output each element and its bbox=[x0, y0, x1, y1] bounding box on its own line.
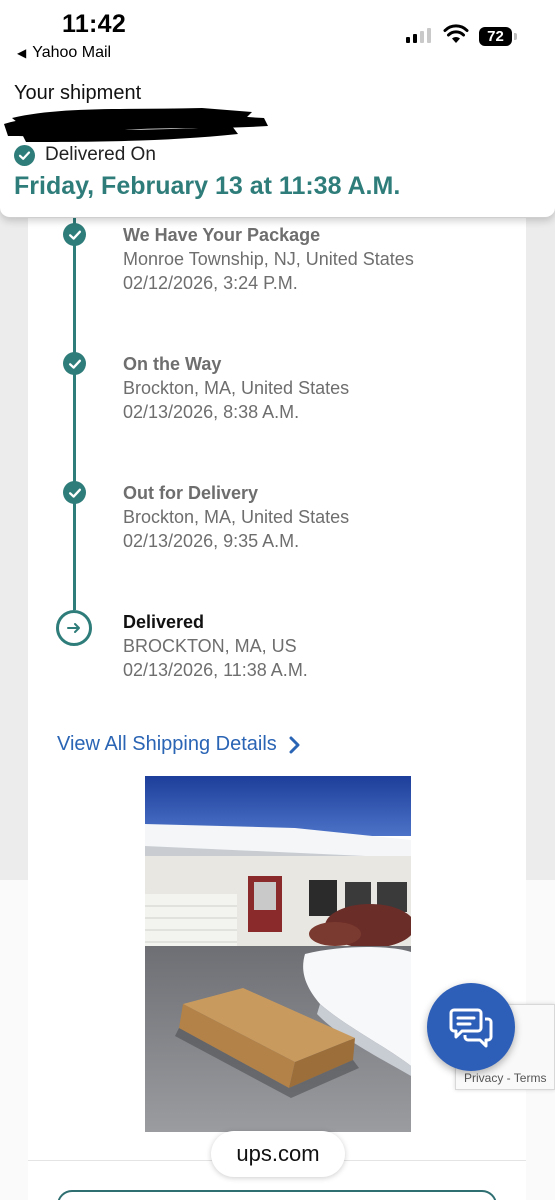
check-circle-icon bbox=[63, 481, 86, 504]
recaptcha-terms-link[interactable]: Terms bbox=[514, 1071, 547, 1085]
timeline-text: We Have Your Package Monroe Township, NJ… bbox=[123, 223, 414, 295]
shipment-header: Your shipment Delivered On Friday, Febru… bbox=[0, 72, 555, 218]
wifi-icon bbox=[443, 24, 469, 43]
redacted-tracking-number bbox=[4, 108, 268, 142]
delivery-date: Friday, February 13 at 11:38 A.M. bbox=[14, 172, 401, 200]
battery-icon: 72 bbox=[479, 27, 512, 46]
timeline-datetime: 02/13/2026, 11:38 A.M. bbox=[123, 660, 308, 680]
timeline-datetime: 02/13/2026, 8:38 A.M. bbox=[123, 402, 300, 422]
timeline-location: BROCKTON, MA, US bbox=[123, 636, 297, 656]
timeline-title: Out for Delivery bbox=[123, 483, 259, 503]
delivery-photo[interactable] bbox=[145, 776, 411, 1132]
timeline-line bbox=[73, 190, 76, 610]
battery-tip bbox=[514, 33, 517, 40]
timeline-datetime: 02/12/2026, 3:24 P.M. bbox=[123, 273, 298, 293]
check-circle-icon bbox=[14, 144, 35, 166]
timeline-datetime: 02/13/2026, 9:35 A.M. bbox=[123, 531, 300, 551]
timeline-title: Delivered bbox=[123, 612, 205, 632]
check-circle-icon bbox=[63, 352, 86, 375]
status-time: 11:42 bbox=[62, 10, 127, 38]
timeline-title: On the Way bbox=[123, 354, 222, 374]
browser-url-pill[interactable]: ups.com bbox=[211, 1131, 345, 1177]
back-triangle-icon: ◀ bbox=[17, 46, 27, 60]
back-to-app-link[interactable]: ◀ Yahoo Mail bbox=[17, 44, 111, 62]
timeline-location: Brockton, MA, United States bbox=[123, 378, 350, 398]
view-all-shipping-details-link[interactable]: View All Shipping Details bbox=[57, 733, 301, 756]
status-bar: 11:42 ◀ Yahoo Mail 72 bbox=[0, 0, 555, 72]
recaptcha-terms: Privacy - Terms bbox=[464, 1071, 546, 1085]
timeline-text: Delivered BROCKTON, MA, US 02/13/2026, 1… bbox=[123, 610, 308, 682]
recaptcha-privacy-link[interactable]: Privacy bbox=[464, 1071, 503, 1085]
check-circle-icon bbox=[63, 223, 86, 246]
bottom-outlined-button[interactable] bbox=[57, 1190, 497, 1200]
cellular-signal-icon bbox=[406, 28, 431, 43]
recaptcha-separator: - bbox=[503, 1071, 514, 1085]
timeline-location: Brockton, MA, United States bbox=[123, 507, 350, 527]
timeline-text: Out for Delivery Brockton, MA, United St… bbox=[123, 481, 349, 553]
timeline-location: Monroe Township, NJ, United States bbox=[123, 249, 414, 269]
delivered-on-row: Delivered On bbox=[14, 144, 156, 166]
chevron-right-icon bbox=[289, 736, 300, 753]
chat-bubbles-icon bbox=[449, 1008, 493, 1048]
view-all-label: View All Shipping Details bbox=[57, 733, 277, 755]
chat-button[interactable] bbox=[427, 983, 515, 1071]
delivered-on-label: Delivered On bbox=[45, 144, 156, 165]
back-app-label: Yahoo Mail bbox=[32, 44, 112, 61]
timeline-title: We Have Your Package bbox=[123, 225, 321, 245]
arrow-circle-icon bbox=[56, 610, 92, 646]
battery-level: 72 bbox=[487, 28, 504, 45]
timeline-text: On the Way Brockton, MA, United States 0… bbox=[123, 352, 349, 424]
browser-url: ups.com bbox=[236, 1141, 320, 1166]
